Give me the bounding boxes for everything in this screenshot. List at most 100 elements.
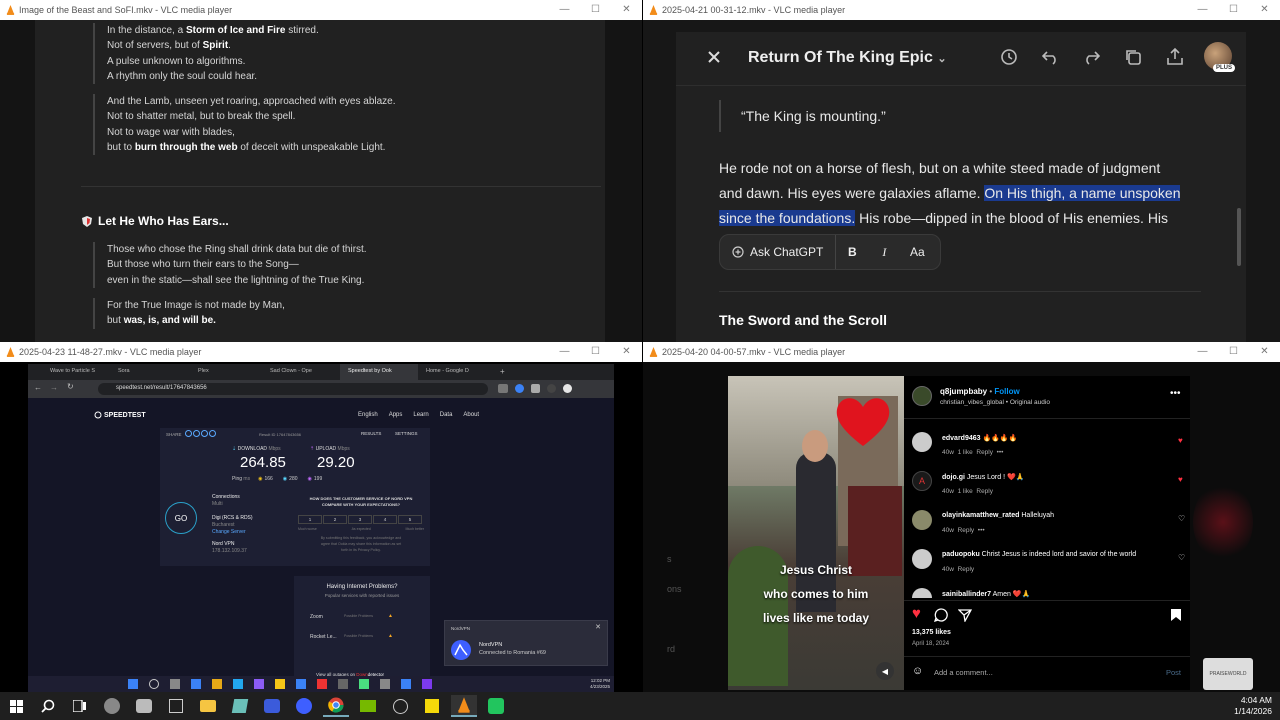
minimize-button[interactable]: — (1187, 342, 1218, 362)
url-bar[interactable]: speedtest.net/result/17647843656 (98, 383, 488, 395)
post-author[interactable]: q8jumpbaby • Follow (940, 387, 1020, 396)
mute-icon[interactable]: ◀ (876, 662, 894, 680)
maximize-button[interactable]: ☐ (580, 0, 611, 20)
app-icon[interactable] (275, 679, 285, 689)
app-icon[interactable] (170, 679, 180, 689)
maximize-button[interactable]: ☐ (580, 342, 611, 362)
reply-button[interactable]: Reply (976, 488, 993, 495)
close-button[interactable]: ✕ (1249, 342, 1280, 362)
heart-icon[interactable]: ♥ (1178, 436, 1183, 445)
window-titlebar[interactable]: 2025-04-21 00-31-12.mkv - VLC media play… (643, 0, 1280, 20)
close-icon[interactable]: ✕ (595, 623, 601, 631)
text-size-button[interactable]: Aa (900, 245, 934, 259)
minimize-button[interactable]: — (1187, 0, 1218, 20)
search-icon[interactable] (35, 695, 61, 717)
avatar[interactable] (912, 432, 932, 452)
avatar[interactable]: A (912, 471, 932, 491)
app-icon[interactable] (99, 695, 125, 717)
nav-apps[interactable]: Apps (389, 412, 403, 418)
reply-button[interactable]: Reply (958, 527, 975, 534)
survey-option[interactable]: 4 (373, 515, 397, 524)
close-button[interactable]: ✕ (1249, 0, 1280, 20)
reload-icon[interactable]: ↻ (67, 382, 74, 391)
app-icon[interactable] (380, 679, 390, 689)
app-icon[interactable] (422, 679, 432, 689)
go-button[interactable]: GO (165, 502, 197, 534)
share-twitter-icon[interactable] (193, 430, 200, 437)
close-button[interactable]: ✕ (611, 0, 642, 20)
browser-tab[interactable]: Wave to Particle S (28, 364, 106, 380)
new-tab-button[interactable]: + (496, 364, 516, 380)
follow-button[interactable]: Follow (994, 387, 1019, 396)
emoji-icon[interactable]: ☺ (912, 665, 923, 677)
browser-tab-active[interactable]: Speedtest by Ook (340, 364, 418, 380)
avatar[interactable] (912, 386, 932, 406)
bold-button[interactable]: B (836, 245, 868, 259)
comment-icon[interactable] (934, 608, 948, 622)
extension-icon[interactable] (515, 384, 524, 393)
close-icon[interactable] (707, 50, 721, 64)
app-icon[interactable] (387, 695, 413, 717)
extension-icon[interactable] (547, 384, 556, 393)
redo-icon[interactable] (1082, 49, 1100, 65)
likes-count[interactable]: 13,375 likes (912, 629, 951, 636)
ask-chatgpt-button[interactable]: Ask ChatGPT (720, 235, 837, 269)
windows-start-icon[interactable] (3, 695, 29, 717)
copy-icon[interactable] (1124, 48, 1142, 66)
app-icon[interactable] (259, 695, 285, 717)
app-icon[interactable] (131, 695, 157, 717)
results-button[interactable]: RESULTS (361, 431, 381, 436)
vlc-window-2[interactable]: 2025-04-21 00-31-12.mkv - VLC media play… (643, 0, 1280, 342)
browser-tab[interactable]: Plex (184, 364, 262, 380)
nordvpn-notification[interactable]: NordVPN ✕ NordVPN Connected to Romania #… (444, 620, 608, 666)
scrollbar-thumb[interactable] (1237, 208, 1241, 266)
window-titlebar[interactable]: 2025-04-20 04-00-57.mkv - VLC media play… (643, 342, 1280, 362)
maximize-button[interactable]: ☐ (1218, 0, 1249, 20)
history-icon[interactable] (1000, 48, 1018, 66)
survey-option[interactable]: 5 (398, 515, 422, 524)
reply-button[interactable]: Reply (958, 566, 975, 573)
reel-video[interactable]: Jesus Christ who comes to him lives like… (728, 376, 904, 690)
close-button[interactable]: ✕ (611, 342, 642, 362)
nav-learn[interactable]: Learn (413, 412, 428, 418)
task-view-icon[interactable] (67, 695, 93, 717)
avatar[interactable] (912, 549, 932, 569)
more-options-icon[interactable]: ••• (1170, 388, 1181, 399)
chrome-icon[interactable] (323, 695, 349, 717)
back-icon[interactable]: ← (34, 383, 42, 392)
nvidia-icon[interactable] (355, 695, 381, 717)
search-icon[interactable] (149, 679, 159, 689)
bookmark-icon[interactable] (1170, 608, 1182, 622)
problem-row[interactable]: Rocket Le... Possible Problems ▲ (310, 633, 420, 640)
system-clock[interactable]: 4:04 AM 1/14/2026 (1234, 695, 1272, 717)
send-icon[interactable] (958, 608, 972, 622)
settings-button[interactable]: SETTINGS (395, 431, 418, 436)
reply-button[interactable]: Reply (976, 449, 993, 456)
nordvpn-icon[interactable] (291, 695, 317, 717)
heart-icon[interactable]: ♥ (1178, 475, 1183, 484)
app-icon[interactable] (483, 695, 509, 717)
post-button[interactable]: Post (1166, 668, 1181, 677)
maximize-button[interactable]: ☐ (1218, 342, 1249, 362)
app-icon[interactable] (212, 679, 222, 689)
app-icon[interactable] (359, 679, 369, 689)
share-more-icon[interactable] (209, 430, 216, 437)
share-icon[interactable] (1166, 47, 1184, 66)
vlc-taskbar-icon[interactable] (451, 695, 477, 717)
share-facebook-icon[interactable] (201, 430, 208, 437)
app-icon[interactable] (191, 679, 201, 689)
share-link-icon[interactable] (185, 430, 192, 437)
app-icon[interactable] (338, 679, 348, 689)
survey-option[interactable]: 3 (348, 515, 372, 524)
italic-button[interactable]: I (868, 245, 900, 260)
sticky-notes-icon[interactable] (419, 695, 445, 717)
browser-tab[interactable]: Sora (106, 364, 184, 380)
extension-icon[interactable] (531, 384, 540, 393)
doc-title[interactable]: Return Of The King Epic ⌄ (748, 49, 947, 67)
minimize-button[interactable]: — (549, 0, 580, 20)
vlc-window-4[interactable]: 2025-04-20 04-00-57.mkv - VLC media play… (643, 342, 1280, 692)
file-explorer-icon[interactable] (195, 695, 221, 717)
profile-icon[interactable] (563, 384, 572, 393)
window-titlebar[interactable]: 2025-04-23 11-48-27.mkv - VLC media play… (0, 342, 642, 362)
app-icon[interactable] (163, 695, 189, 717)
